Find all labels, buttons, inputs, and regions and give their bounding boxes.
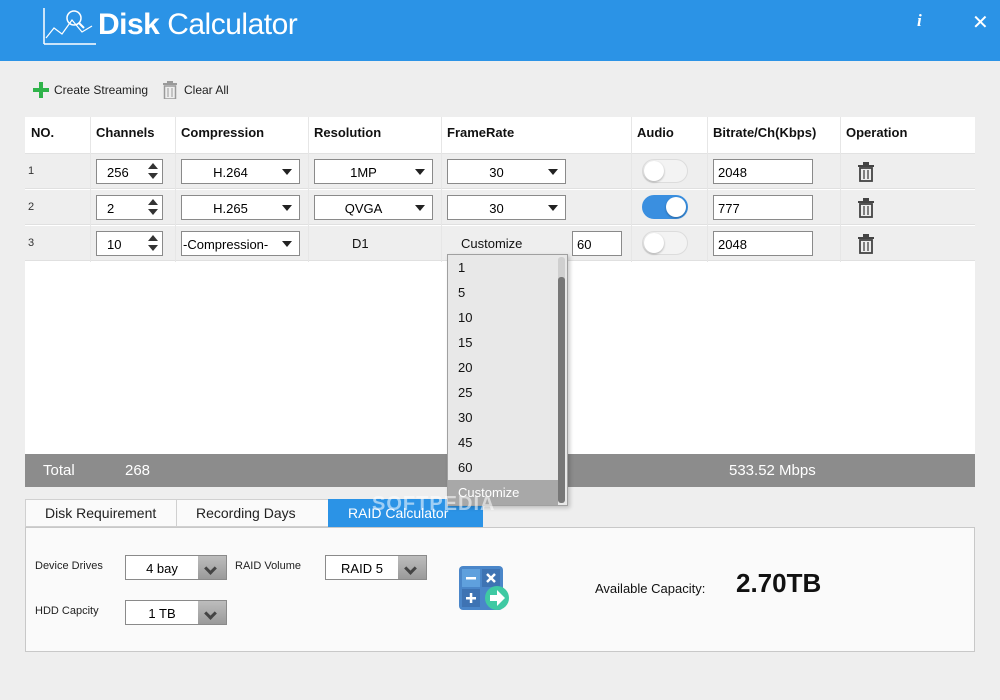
header-bitrate: Bitrate/Ch(Kbps) [713, 125, 817, 140]
create-streaming-button[interactable]: Create Streaming [33, 80, 148, 100]
channels-spinbox[interactable]: 256 [96, 159, 163, 184]
header-compression: Compression [181, 125, 265, 140]
create-streaming-label: Create Streaming [54, 83, 149, 97]
raid-volume-select[interactable]: RAID 5 [325, 555, 427, 580]
trash-icon[interactable] [857, 234, 875, 254]
header-no: NO. [31, 125, 55, 140]
resolution-dropdown[interactable]: QVGA [314, 195, 433, 220]
framerate-value[interactable]: Customize [461, 236, 522, 251]
chevron-down-icon [198, 601, 226, 624]
header-resolution: Resolution [314, 125, 382, 140]
chevron-down-icon [198, 556, 226, 579]
header-audio: Audio [637, 125, 674, 140]
trash-icon[interactable] [857, 162, 875, 182]
chevron-down-icon [415, 169, 425, 175]
chevron-down-icon [282, 169, 292, 175]
chevron-down-icon [415, 205, 425, 211]
channels-spinbox[interactable]: 10 [96, 231, 163, 256]
audio-toggle[interactable] [642, 159, 688, 183]
total-channels: 268 [125, 462, 151, 479]
available-capacity-label: Available Capacity: [595, 581, 706, 596]
available-capacity-value: 2.70TB [736, 568, 822, 598]
tab-recording-days[interactable]: Recording Days [176, 499, 329, 527]
chevron-down-icon [282, 205, 292, 211]
framerate-option[interactable]: 10 [448, 305, 558, 330]
framerate-option[interactable]: 5 [448, 280, 558, 305]
compression-dropdown[interactable]: H.265 [181, 195, 300, 220]
info-icon[interactable]: i [917, 11, 922, 31]
calculator-icon[interactable] [459, 566, 511, 612]
raid-volume-label: RAID Volume [235, 560, 302, 572]
framerate-dropdown[interactable]: 30 [447, 195, 566, 220]
framerate-option[interactable]: 15 [448, 330, 558, 355]
clear-all-label: Clear All [184, 83, 229, 97]
spin-down-icon[interactable] [148, 209, 158, 215]
chevron-down-icon [282, 241, 292, 247]
tab-disk-requirement[interactable]: Disk Requirement [25, 499, 177, 527]
framerate-option[interactable]: 60 [448, 455, 558, 480]
app-title: Disk Calculator [98, 8, 298, 41]
trash-icon[interactable] [857, 198, 875, 218]
audio-toggle[interactable] [642, 195, 688, 219]
device-drives-label: Device Drives [35, 560, 103, 572]
framerate-dropdown[interactable]: 30 [447, 159, 566, 184]
framerate-option[interactable]: 30 [448, 405, 558, 430]
row-number: 2 [28, 201, 35, 213]
dropdown-scrollbar[interactable] [558, 257, 565, 503]
bitrate-input[interactable]: 777 [713, 195, 813, 220]
device-drives-select[interactable]: 4 bay [125, 555, 227, 580]
chevron-down-icon [548, 169, 558, 175]
framerate-option[interactable]: 1 [448, 255, 558, 280]
framerate-option[interactable]: 20 [448, 355, 558, 380]
chevron-down-icon [398, 556, 426, 579]
channels-spinbox[interactable]: 2 [96, 195, 163, 220]
header-channels: Channels [96, 125, 155, 140]
hdd-capacity-select[interactable]: 1 TB [125, 600, 227, 625]
resolution-value: D1 [352, 236, 369, 251]
header-framerate: FrameRate [447, 125, 515, 140]
framerate-dropdown-list[interactable]: 1 5 10 15 20 25 30 45 60 Customize [447, 254, 568, 506]
total-label: Total [43, 462, 75, 479]
framerate-option[interactable]: 45 [448, 430, 558, 455]
plus-icon [33, 82, 49, 98]
spin-up-icon[interactable] [148, 199, 158, 205]
spin-down-icon[interactable] [148, 173, 158, 179]
audio-toggle[interactable] [642, 231, 688, 255]
framerate-custom-input[interactable]: 60 [572, 231, 622, 256]
compression-dropdown[interactable]: -Compression- [181, 231, 300, 256]
chevron-down-icon [548, 205, 558, 211]
framerate-option[interactable]: 25 [448, 380, 558, 405]
spin-up-icon[interactable] [148, 235, 158, 241]
close-icon[interactable]: ✕ [972, 10, 989, 35]
compression-dropdown[interactable]: H.264 [181, 159, 300, 184]
hdd-capacity-label: HDD Capcity [35, 605, 99, 617]
clear-all-button[interactable]: Clear All [162, 80, 229, 100]
total-bandwidth: 533.52 Mbps [729, 462, 816, 479]
spin-up-icon[interactable] [148, 163, 158, 169]
table-row: 1 256 H.264 1MP 30 2048 [25, 154, 975, 189]
row-number: 3 [28, 237, 35, 249]
row-number: 1 [28, 165, 35, 177]
spin-down-icon[interactable] [148, 245, 158, 251]
watermark: SOFTPEDIA [372, 493, 496, 515]
resolution-dropdown[interactable]: 1MP [314, 159, 433, 184]
title-bar: Disk Calculator i ✕ [0, 0, 1000, 61]
bitrate-input[interactable]: 2048 [713, 231, 813, 256]
trash-icon [163, 81, 177, 99]
scrollbar-thumb[interactable] [558, 277, 565, 503]
table-header: NO. Channels Compression Resolution Fram… [25, 117, 975, 154]
table-row: 2 2 H.265 QVGA 30 777 [25, 190, 975, 225]
header-operation: Operation [846, 125, 908, 140]
bitrate-input[interactable]: 2048 [713, 159, 813, 184]
